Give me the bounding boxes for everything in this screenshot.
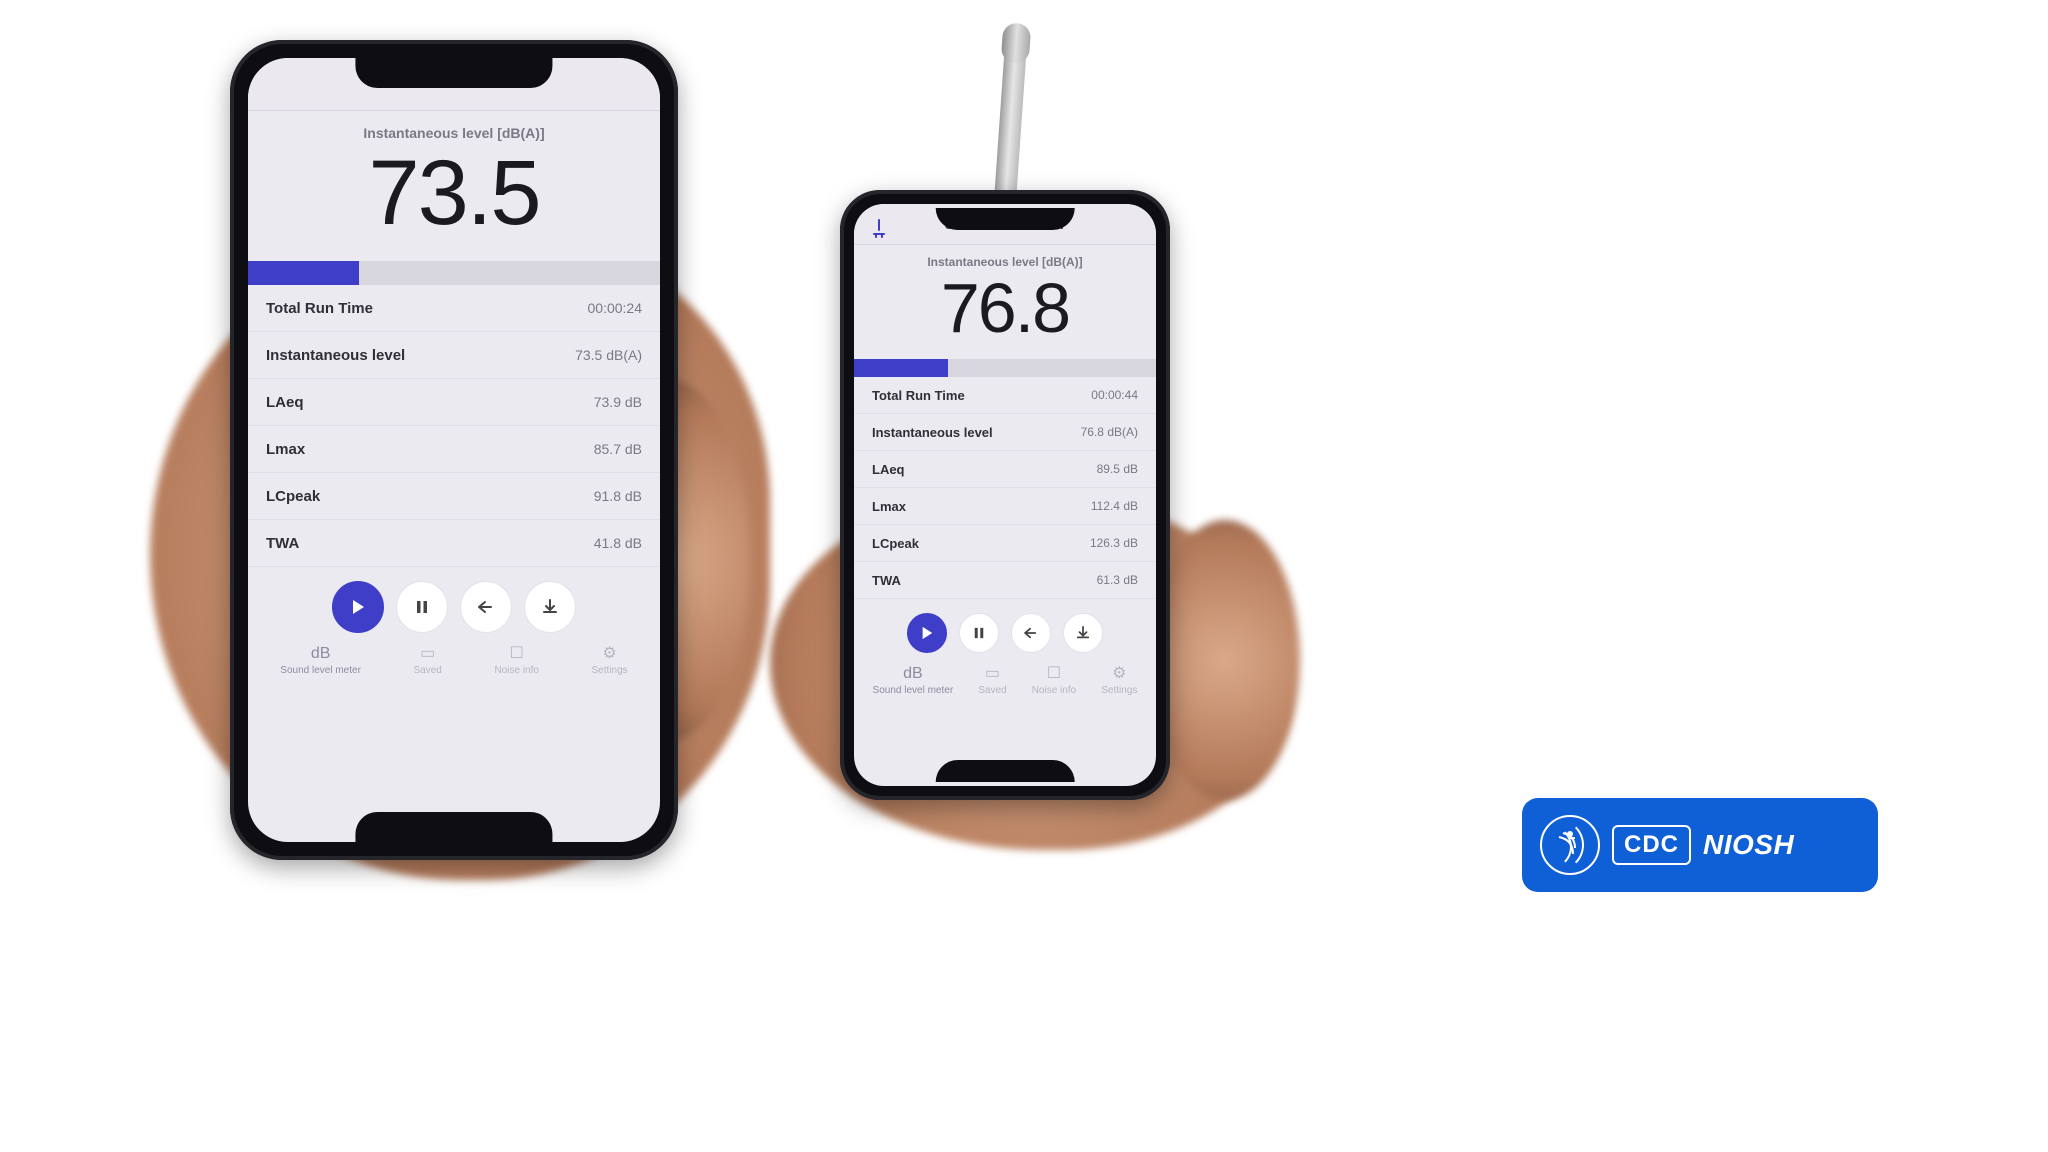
metrics-list: Total Run Time 00:00:24 Instantaneous lev… (248, 285, 660, 567)
reading-subtitle: Instantaneous level [dB(A)] (248, 111, 660, 141)
table-row: Lmax 112.4 dB (854, 488, 1156, 525)
hand-right-thumb (1150, 520, 1300, 800)
hhs-logo-icon (1540, 815, 1600, 875)
tab-noise-info[interactable]: ☐ Noise info (494, 643, 538, 676)
metric-label: Lmax (266, 441, 305, 458)
tab-settings[interactable]: ⚙ Settings (592, 643, 628, 676)
metric-value: 00:00:24 (588, 300, 643, 316)
tab-label: Sound level meter (280, 665, 361, 676)
level-bar-fill (248, 261, 359, 285)
metric-label: LAeq (266, 394, 304, 411)
metric-label: Total Run Time (872, 388, 965, 403)
cdc-niosh-badge: CDC NIOSH (1522, 798, 1878, 892)
metric-value: 00:00:44 (1091, 388, 1138, 402)
db-icon: dB (903, 665, 923, 683)
play-button[interactable] (907, 613, 947, 653)
metric-value: 126.3 dB (1090, 536, 1138, 550)
table-row: LCpeak 91.8 dB (248, 473, 660, 520)
reading-subtitle: Instantaneous level [dB(A)] (854, 245, 1156, 269)
tab-label: Noise info (1032, 685, 1076, 696)
external-mic-icon (868, 218, 890, 240)
table-row: Lmax 85.7 dB (248, 426, 660, 473)
metric-value: 73.9 dB (594, 394, 642, 410)
metric-value: 41.8 dB (594, 535, 642, 551)
phone-notch-bottom (936, 760, 1075, 782)
save-button[interactable] (524, 581, 576, 633)
gear-icon: ⚙ (602, 643, 616, 663)
transport-controls (854, 599, 1156, 659)
metric-label: LCpeak (266, 488, 320, 505)
table-row: Instantaneous level 76.8 dB(A) (854, 414, 1156, 451)
reading-value: 76.8 (854, 269, 1156, 345)
table-row: LAeq 89.5 dB (854, 451, 1156, 488)
reset-button[interactable] (460, 581, 512, 633)
cdc-wordmark: CDC (1612, 825, 1691, 865)
table-row: Instantaneous level 73.5 dB(A) (248, 332, 660, 379)
tab-settings[interactable]: ⚙ Settings (1101, 663, 1137, 696)
metric-label: TWA (872, 573, 901, 588)
tab-label: Settings (1101, 685, 1137, 696)
metric-value: 73.5 dB(A) (575, 347, 642, 363)
tab-label: Saved (978, 685, 1006, 696)
phone-notch-top (355, 58, 552, 88)
level-bar (248, 261, 660, 285)
phone-notch-top (936, 208, 1075, 230)
phone-left: Sound level meter Instantaneous level [d… (230, 40, 678, 860)
phone-right: Sound level meter Instantaneous level [d… (840, 190, 1170, 800)
metric-label: LAeq (872, 462, 905, 477)
tab-sound-level-meter[interactable]: dB Sound level meter (280, 645, 361, 676)
gear-icon: ⚙ (1112, 663, 1126, 683)
table-row: TWA 61.3 dB (854, 562, 1156, 599)
metric-value: 89.5 dB (1097, 462, 1138, 476)
tab-bar: dB Sound level meter ▭ Saved ☐ Noise info ⚙… (248, 639, 660, 688)
transport-controls (248, 567, 660, 639)
info-icon: ☐ (1047, 663, 1061, 683)
metric-label: Total Run Time (266, 300, 373, 317)
niosh-wordmark: NIOSH (1703, 829, 1794, 861)
tab-label: Settings (592, 665, 628, 676)
tab-noise-info[interactable]: ☐ Noise info (1032, 663, 1076, 696)
metric-value: 76.8 dB(A) (1081, 425, 1138, 439)
metric-label: Instantaneous level (266, 347, 405, 364)
metric-value: 85.7 dB (594, 441, 642, 457)
tab-saved[interactable]: ▭ Saved (978, 663, 1006, 696)
reset-button[interactable] (1011, 613, 1051, 653)
table-row: LAeq 73.9 dB (248, 379, 660, 426)
metric-value: 112.4 dB (1091, 499, 1138, 513)
metrics-list: Total Run Time 00:00:44 Instantaneous lev… (854, 377, 1156, 599)
phone-notch-bottom (355, 812, 552, 842)
play-button[interactable] (332, 581, 384, 633)
tab-sound-level-meter[interactable]: dB Sound level meter (873, 665, 954, 696)
tab-bar: dB Sound level meter ▭ Saved ☐ Noise info ⚙… (854, 659, 1156, 708)
pause-button[interactable] (959, 613, 999, 653)
tab-label: Saved (414, 665, 442, 676)
external-microphone (994, 24, 1029, 205)
metric-label: Instantaneous level (872, 425, 993, 440)
metric-value: 61.3 dB (1097, 573, 1138, 587)
db-icon: dB (311, 645, 331, 663)
table-row: LCpeak 126.3 dB (854, 525, 1156, 562)
tab-label: Sound level meter (873, 685, 954, 696)
saved-icon: ▭ (985, 663, 1000, 683)
table-row: Total Run Time 00:00:24 (248, 285, 660, 332)
metric-label: Lmax (872, 499, 906, 514)
info-icon: ☐ (510, 643, 524, 663)
reading-value: 73.5 (248, 141, 660, 243)
save-button[interactable] (1063, 613, 1103, 653)
tab-saved[interactable]: ▭ Saved (414, 643, 442, 676)
tab-label: Noise info (494, 665, 538, 676)
level-bar (854, 359, 1156, 377)
saved-icon: ▭ (420, 643, 435, 663)
metric-label: LCpeak (872, 536, 919, 551)
metric-label: TWA (266, 535, 299, 552)
table-row: TWA 41.8 dB (248, 520, 660, 567)
pause-button[interactable] (396, 581, 448, 633)
level-bar-fill (854, 359, 948, 377)
table-row: Total Run Time 00:00:44 (854, 377, 1156, 414)
metric-value: 91.8 dB (594, 488, 642, 504)
